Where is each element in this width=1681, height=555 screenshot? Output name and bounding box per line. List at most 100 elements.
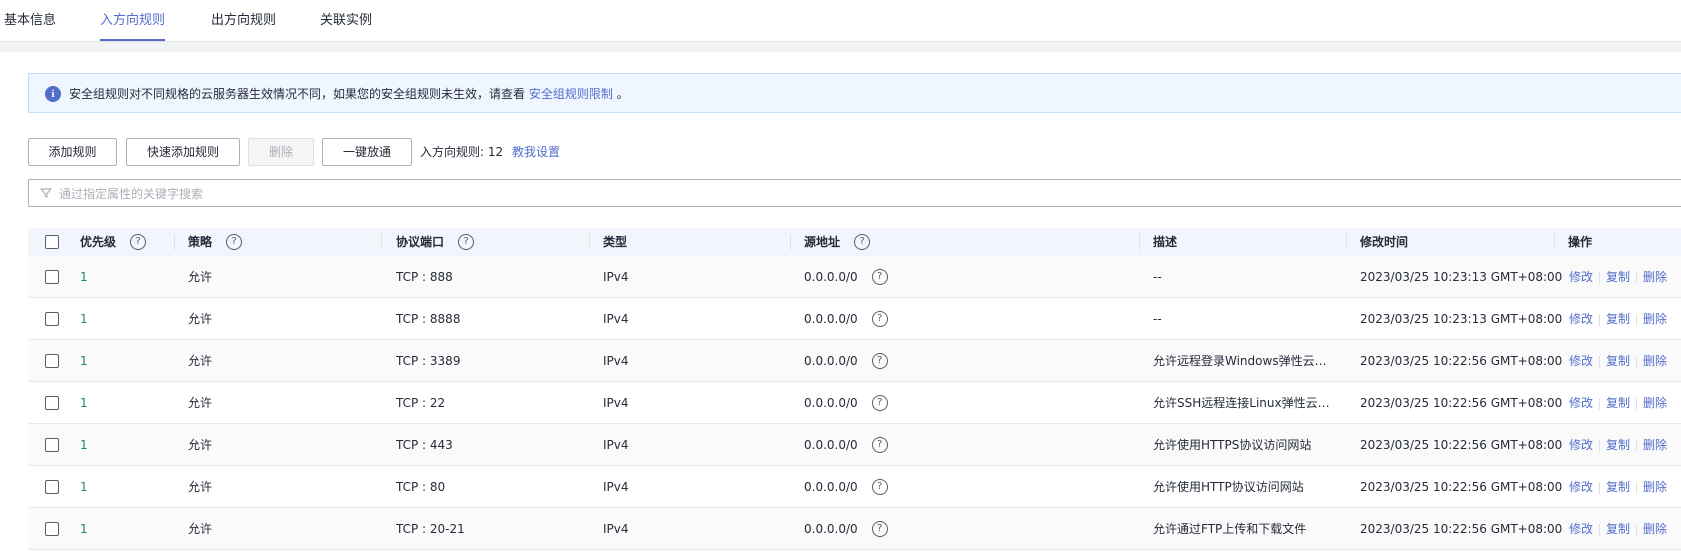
column-divider — [174, 234, 175, 250]
help-icon[interactable]: ? — [871, 478, 888, 495]
cell-protocol-port: TCP : 3389 — [396, 354, 461, 368]
row-checkbox[interactable] — [45, 522, 59, 536]
action-divider — [1599, 481, 1601, 494]
edit-link[interactable]: 修改 — [1569, 354, 1593, 368]
copy-link[interactable]: 复制 — [1606, 312, 1630, 326]
help-icon[interactable]: ? — [871, 436, 888, 453]
column-divider — [1139, 234, 1140, 250]
row-checkbox[interactable] — [45, 354, 59, 368]
quick-add-rule-button[interactable]: 快速添加规则 — [126, 138, 240, 166]
delete-link[interactable]: 删除 — [1643, 438, 1667, 452]
delete-link[interactable]: 删除 — [1643, 270, 1667, 284]
cell-protocol-port: TCP : 888 — [396, 270, 453, 284]
delete-link[interactable]: 删除 — [1643, 396, 1667, 410]
help-icon[interactable]: ? — [871, 352, 888, 369]
header-modified-time: 修改时间 — [1360, 235, 1409, 249]
tab-inbound-rules[interactable]: 入方向规则 — [100, 0, 166, 41]
copy-link[interactable]: 复制 — [1606, 480, 1630, 494]
header-actions: 操作 — [1568, 235, 1593, 249]
add-rule-button[interactable]: 添加规则 — [28, 138, 117, 166]
cell-description: 允许使用HTTP协议访问网站 — [1153, 480, 1304, 494]
header-protocol-port: 协议端口? — [396, 228, 475, 256]
cell-protocol-port: TCP : 8888 — [396, 312, 461, 326]
help-icon[interactable]: ? — [871, 520, 888, 537]
row-checkbox[interactable] — [45, 312, 59, 326]
cell-source: 0.0.0.0/0? — [804, 424, 888, 466]
cell-priority: 1 — [80, 480, 88, 494]
tab-outbound-rules[interactable]: 出方向规则 — [211, 0, 276, 41]
row-checkbox[interactable] — [45, 480, 59, 494]
cell-priority: 1 — [80, 354, 88, 368]
copy-link[interactable]: 复制 — [1606, 522, 1630, 536]
cell-policy: 允许 — [188, 354, 213, 368]
help-icon[interactable]: ? — [871, 268, 888, 285]
copy-link[interactable]: 复制 — [1606, 438, 1630, 452]
tab-basic-info[interactable]: 基本信息 — [4, 0, 56, 41]
cell-policy: 允许 — [188, 312, 213, 326]
action-divider — [1636, 271, 1638, 284]
cell-priority: 1 — [80, 312, 88, 326]
action-divider — [1636, 355, 1638, 368]
copy-link[interactable]: 复制 — [1606, 270, 1630, 284]
delete-link[interactable]: 删除 — [1643, 522, 1667, 536]
help-icon[interactable]: ? — [871, 310, 888, 327]
delete-link[interactable]: 删除 — [1643, 480, 1667, 494]
cell-priority: 1 — [80, 522, 88, 536]
delete-link[interactable]: 删除 — [1643, 354, 1667, 368]
edit-link[interactable]: 修改 — [1569, 438, 1593, 452]
rule-limit-link[interactable]: 安全组规则限制 — [529, 87, 613, 101]
info-notice: i 安全组规则对不同规格的云服务器生效情况不同，如果您的安全组规则未生效，请查看… — [28, 73, 1681, 113]
cell-protocol-port: TCP : 22 — [396, 396, 446, 410]
cell-description: 允许通过FTP上传和下载文件 — [1153, 522, 1307, 536]
table-body: 1 允许 TCP : 888 IPv4 0.0.0.0/0? -- 2023/0… — [28, 256, 1681, 550]
search-box[interactable] — [28, 179, 1681, 207]
cell-actions: 修改 复制 删除 — [1569, 382, 1667, 424]
help-setup-link[interactable]: 教我设置 — [512, 138, 560, 166]
tab-associated-instances[interactable]: 关联实例 — [320, 0, 372, 41]
cell-modified-time: 2023/03/25 10:23:13 GMT+08:00 — [1360, 312, 1563, 326]
help-icon[interactable]: ? — [130, 233, 147, 250]
table-header: 优先级? 策略? 协议端口? 类型 源地址? 描述 修改时间 操作 — [28, 228, 1681, 256]
edit-link[interactable]: 修改 — [1569, 480, 1593, 494]
delete-button[interactable]: 删除 — [248, 138, 314, 166]
table-row: 1 允许 TCP : 443 IPv4 0.0.0.0/0? 允许使用HTTPS… — [28, 424, 1681, 466]
edit-link[interactable]: 修改 — [1569, 396, 1593, 410]
cell-modified-time: 2023/03/25 10:22:56 GMT+08:00 — [1360, 438, 1563, 452]
active-tab-underline — [100, 39, 166, 41]
table-row: 1 允许 TCP : 888 IPv4 0.0.0.0/0? -- 2023/0… — [28, 256, 1681, 298]
allow-all-button[interactable]: 一键放通 — [322, 138, 412, 166]
help-icon[interactable]: ? — [854, 233, 871, 250]
cell-modified-time: 2023/03/25 10:23:13 GMT+08:00 — [1360, 270, 1563, 284]
inbound-rule-count: 入方向规则: 12 — [420, 145, 504, 159]
cell-actions: 修改 复制 删除 — [1569, 424, 1667, 466]
copy-link[interactable]: 复制 — [1606, 354, 1630, 368]
cell-source: 0.0.0.0/0? — [804, 340, 888, 382]
cell-source: 0.0.0.0/0? — [804, 466, 888, 508]
table-row: 1 允许 TCP : 3389 IPv4 0.0.0.0/0? 允许远程登录Wi… — [28, 340, 1681, 382]
search-input[interactable] — [57, 182, 861, 206]
column-divider — [381, 234, 382, 250]
edit-link[interactable]: 修改 — [1569, 522, 1593, 536]
cell-type: IPv4 — [603, 522, 629, 536]
cell-actions: 修改 复制 删除 — [1569, 508, 1667, 550]
row-checkbox[interactable] — [45, 396, 59, 410]
cell-protocol-port: TCP : 80 — [396, 480, 446, 494]
help-icon[interactable]: ? — [871, 394, 888, 411]
row-checkbox[interactable] — [45, 438, 59, 452]
action-divider — [1636, 397, 1638, 410]
row-checkbox[interactable] — [45, 270, 59, 284]
rules-table: 优先级? 策略? 协议端口? 类型 源地址? 描述 修改时间 操作 1 允许 T… — [28, 228, 1681, 550]
tab-label: 基本信息 — [4, 13, 57, 28]
help-icon[interactable]: ? — [458, 233, 475, 250]
cell-source: 0.0.0.0/0? — [804, 298, 888, 340]
column-divider — [1346, 234, 1347, 250]
help-icon[interactable]: ? — [226, 233, 243, 250]
table-row: 1 允许 TCP : 22 IPv4 0.0.0.0/0? 允许SSH远程连接L… — [28, 382, 1681, 424]
copy-link[interactable]: 复制 — [1606, 396, 1630, 410]
delete-link[interactable]: 删除 — [1643, 312, 1667, 326]
edit-link[interactable]: 修改 — [1569, 312, 1593, 326]
rules-panel: i 安全组规则对不同规格的云服务器生效情况不同，如果您的安全组规则未生效，请查看… — [0, 52, 1681, 555]
cell-description: -- — [1153, 312, 1162, 326]
edit-link[interactable]: 修改 — [1569, 270, 1593, 284]
select-all-checkbox[interactable] — [45, 235, 59, 249]
